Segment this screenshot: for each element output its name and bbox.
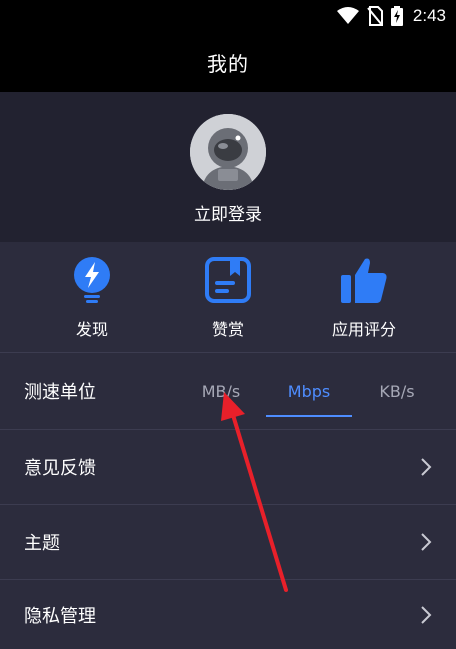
unit-option-mbs[interactable]: MB/s <box>178 353 264 430</box>
menu-item-theme[interactable]: 主题 <box>0 504 456 579</box>
unit-option-mbps[interactable]: Mbps <box>266 353 352 430</box>
chevron-right-icon <box>421 458 432 476</box>
discover-action[interactable]: 发现 <box>32 254 152 340</box>
login-button[interactable]: 立即登录 <box>194 200 262 225</box>
page-title: 我的 <box>207 51 249 76</box>
menu-item-feedback[interactable]: 意见反馈 <box>0 429 456 504</box>
avatar[interactable] <box>190 114 266 190</box>
thumbs-up-icon <box>339 254 389 306</box>
chevron-right-icon <box>421 533 432 551</box>
no-sim-icon <box>367 6 383 26</box>
clock: 2:43 <box>412 6 446 25</box>
quick-actions: 发现 赞赏 应用评分 <box>0 242 456 352</box>
discover-label: 发现 <box>75 320 108 339</box>
astronaut-icon <box>190 114 266 190</box>
reward-action[interactable]: 赞赏 <box>168 254 288 340</box>
profile-section: 立即登录 <box>0 92 456 242</box>
feedback-label: 意见反馈 <box>24 458 96 479</box>
speed-unit-row: 测速单位 MB/s Mbps KB/s <box>0 352 456 429</box>
theme-label: 主题 <box>24 533 60 554</box>
status-bar: 2:43 <box>0 0 456 32</box>
wifi-icon <box>336 7 359 24</box>
privacy-label: 隐私管理 <box>24 605 96 627</box>
battery-charging-icon <box>390 6 403 26</box>
app-bar: 我的 <box>0 32 456 92</box>
speed-unit-selector: MB/s Mbps KB/s <box>178 353 442 430</box>
reward-label: 赞赏 <box>211 320 244 339</box>
rate-app-label: 应用评分 <box>331 320 396 339</box>
bookmark-card-icon <box>204 254 252 306</box>
lightning-bulb-icon <box>70 254 114 306</box>
unit-option-kbs[interactable]: KB/s <box>354 353 440 430</box>
rate-app-action[interactable]: 应用评分 <box>304 254 424 340</box>
menu-item-privacy[interactable]: 隐私管理 <box>0 579 456 649</box>
chevron-right-icon <box>421 605 432 624</box>
